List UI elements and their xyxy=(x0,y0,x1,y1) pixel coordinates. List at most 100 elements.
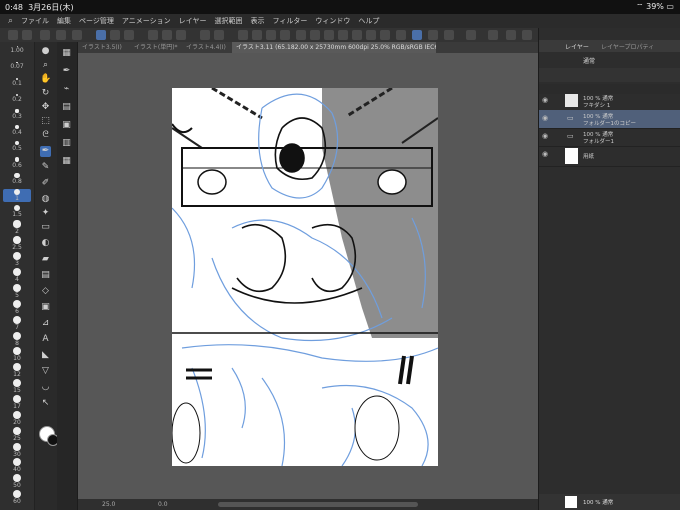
brush-size-option[interactable]: 0.8 xyxy=(3,172,31,185)
lasso-icon[interactable]: ᘓ xyxy=(40,130,51,141)
fit-icon[interactable] xyxy=(366,30,376,40)
ruler-icon[interactable] xyxy=(380,30,390,40)
brush-size-option[interactable]: 10 xyxy=(3,347,31,362)
brush-size-option[interactable]: 0.1 xyxy=(3,77,31,87)
figure-icon[interactable]: ◇ xyxy=(40,286,51,297)
blend-mode-select[interactable]: 通常 xyxy=(583,56,595,65)
brush-size-option[interactable]: 0.3 xyxy=(3,109,31,120)
tab-1[interactable]: イラスト3.5(I) xyxy=(78,42,132,53)
pencil-icon[interactable]: ✎ xyxy=(40,162,51,173)
paste-icon[interactable] xyxy=(176,30,186,40)
balloon-icon[interactable]: ◣ xyxy=(40,350,51,361)
select-all-icon[interactable] xyxy=(280,30,290,40)
visibility-eye-icon[interactable]: ◉ xyxy=(542,133,549,140)
canvas-paper[interactable] xyxy=(171,86,439,467)
frame-icon[interactable]: ▣ xyxy=(40,302,51,313)
brush-size-option[interactable]: 40 xyxy=(3,458,31,473)
layer-icon[interactable] xyxy=(466,30,476,40)
menu-layer[interactable]: レイヤー xyxy=(179,16,207,26)
pen-pressure-icon[interactable] xyxy=(412,30,422,40)
brush-size-option[interactable]: 20 xyxy=(3,410,31,426)
undo-icon[interactable] xyxy=(200,30,210,40)
visibility-eye-icon[interactable]: ◉ xyxy=(542,97,549,104)
canvas-area[interactable] xyxy=(78,53,538,499)
tab-2[interactable]: イラスト(単円)* xyxy=(130,42,184,53)
brush-size-option[interactable]: 8 xyxy=(3,331,31,347)
tab-active[interactable]: イラスト3.11 (65.182.00 x 25730mm 600dpi 25.… xyxy=(232,42,436,53)
history-icon[interactable] xyxy=(124,30,134,40)
zoom-icon[interactable] xyxy=(352,30,362,40)
panel-title-2[interactable]: レイヤープロパティ xyxy=(601,42,654,51)
brush-size-option[interactable]: 1.5 xyxy=(3,204,31,218)
brush-size-option[interactable]: 17 xyxy=(3,394,31,410)
grid-icon[interactable] xyxy=(22,30,32,40)
menu-animation[interactable]: アニメーション xyxy=(122,16,171,26)
move-hand-icon[interactable]: ● xyxy=(40,46,51,57)
settings-icon[interactable] xyxy=(488,30,498,40)
brush-size-option[interactable]: 12 xyxy=(3,363,31,378)
home-icon[interactable] xyxy=(8,30,18,40)
layer-row-1[interactable]: ◉ 100 % 通常 フキダシ 1 xyxy=(539,92,680,111)
layer-row-2[interactable]: ◉ ▭ 100 % 通常 フォルダー1のコピー xyxy=(539,110,680,129)
brush-size-option[interactable]: 7 xyxy=(3,315,31,331)
brush-size-option[interactable]: 2 xyxy=(3,220,31,235)
select-icon[interactable]: ⬚ xyxy=(40,116,51,127)
menu-page[interactable]: ページ管理 xyxy=(79,16,114,26)
menu-filter[interactable]: フィルター xyxy=(272,16,307,26)
gradient-icon[interactable]: ▤ xyxy=(40,270,51,281)
expand-icon[interactable] xyxy=(522,30,532,40)
new-canvas-icon[interactable] xyxy=(40,30,50,40)
visibility-eye-icon[interactable]: ◉ xyxy=(542,151,549,158)
subtool-mapping-icon[interactable]: ⌁ xyxy=(61,84,72,95)
layer-row-3[interactable]: ◉ ▭ 100 % 通常 フォルダー1 xyxy=(539,128,680,147)
brush-size-option[interactable]: 30 xyxy=(3,442,31,458)
color-icon[interactable] xyxy=(110,30,120,40)
bottom-layer-row[interactable]: 100 % 通常 xyxy=(539,494,680,510)
brush-size-option[interactable]: 1 xyxy=(3,188,31,202)
menu-view[interactable]: 表示 xyxy=(250,16,264,26)
menu-edit[interactable]: 編集 xyxy=(57,16,71,26)
menu-file[interactable]: ファイル xyxy=(21,16,49,26)
subtool-panel-icon[interactable]: ▦ xyxy=(61,156,72,167)
pen-icon[interactable]: ✒ xyxy=(40,146,51,157)
zoom-icon[interactable]: ⌕ xyxy=(40,60,51,71)
cut-icon[interactable] xyxy=(148,30,158,40)
brush-select-icon[interactable] xyxy=(96,30,106,40)
operation-icon[interactable]: ↖ xyxy=(40,398,51,409)
panel-title[interactable]: レイヤー xyxy=(565,42,589,51)
subtool-list-icon[interactable]: ▣ xyxy=(61,120,72,131)
airbrush-icon[interactable]: ◍ xyxy=(40,194,51,205)
open-icon[interactable] xyxy=(56,30,66,40)
brush-size-option[interactable]: 0.5 xyxy=(3,141,31,152)
ruler-tool-icon[interactable]: ⊿ xyxy=(40,318,51,329)
subtool-lock-icon[interactable]: ▤ xyxy=(61,102,72,113)
text-icon[interactable]: A xyxy=(40,334,51,345)
app-logo-icon[interactable]: ⌕ xyxy=(8,16,13,26)
copy-icon[interactable] xyxy=(162,30,172,40)
hand-icon[interactable]: ✋ xyxy=(40,74,51,85)
brush-size-option[interactable]: 4 xyxy=(3,268,31,283)
redo-icon[interactable] xyxy=(214,30,224,40)
brush-size-option[interactable]: 15 xyxy=(3,379,31,394)
flip-icon[interactable] xyxy=(338,30,348,40)
pencil-icon[interactable] xyxy=(444,30,454,40)
decoration-icon[interactable]: ✦ xyxy=(40,208,51,219)
brush-icon[interactable]: ✐ xyxy=(40,178,51,189)
brush-size-option[interactable]: 3 xyxy=(3,252,31,267)
subtool-pen-icon[interactable]: ✒ xyxy=(61,66,72,77)
correct-line-icon[interactable]: ◡ xyxy=(40,382,51,393)
zoom-value[interactable]: 25.0 xyxy=(102,501,115,508)
rotate-icon[interactable] xyxy=(324,30,334,40)
menu-help[interactable]: ヘルプ xyxy=(358,16,379,26)
rotate-view-icon[interactable]: ↻ xyxy=(40,88,51,99)
layer-row-paper[interactable]: ◉ 用紙 xyxy=(539,146,680,167)
speech-icon[interactable]: ▽ xyxy=(40,366,51,377)
eraser-icon[interactable]: ▭ xyxy=(40,222,51,233)
stroke-icon[interactable] xyxy=(428,30,438,40)
brush-size-option[interactable]: 6 xyxy=(3,299,31,315)
menu-window[interactable]: ウィンドウ xyxy=(315,16,350,26)
fill-icon[interactable] xyxy=(296,30,306,40)
brush-size-option[interactable]: 1.00 xyxy=(3,46,31,54)
clear-icon[interactable] xyxy=(310,30,320,40)
angle-value[interactable]: 0.0 xyxy=(158,501,168,508)
